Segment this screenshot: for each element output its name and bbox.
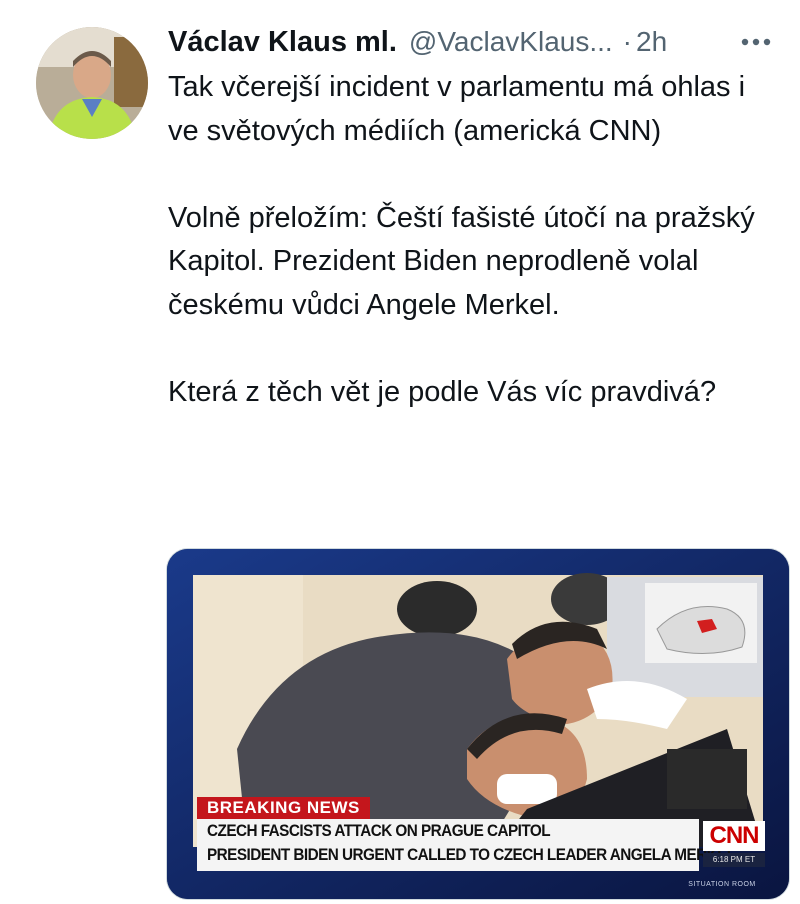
- author-avatar[interactable]: [36, 27, 148, 139]
- author-handle[interactable]: @VaclavKlaus...: [409, 26, 613, 58]
- separator-dot: ·: [622, 26, 632, 57]
- chyron-clock: 6:18 PM ET: [703, 853, 765, 867]
- tweet-paragraph: Volně přeložím: Čeští fašisté útočí na p…: [168, 201, 755, 321]
- tweet-paragraph: Tak včerejší incident v parlamentu má oh…: [168, 71, 746, 147]
- more-horizontal-icon[interactable]: [734, 22, 778, 62]
- news-chyron: CZECH FASCISTS ATTACK ON PRAGUE CAPITOL …: [197, 819, 736, 871]
- breaking-news-label: BREAKING NEWS: [197, 797, 370, 819]
- tweet-body: Tak včerejší incident v parlamentu má oh…: [168, 66, 768, 458]
- show-name: SITUATION ROOM: [688, 881, 756, 888]
- tweet-paragraph: Která z těch vět je podle Vás víc pravdi…: [168, 375, 717, 408]
- tweet-header: Václav Klaus ml. @VaclavKlaus... · 2h: [168, 22, 788, 62]
- cnn-logo: CNN: [703, 821, 765, 851]
- chyron-headline-2: PRESIDENT BIDEN URGENT CALLED TO CZECH L…: [207, 845, 736, 864]
- tweet-media-image[interactable]: BREAKING NEWS CZECH FASCISTS ATTACK ON P…: [166, 548, 790, 900]
- author-name[interactable]: Václav Klaus ml.: [168, 26, 397, 59]
- chyron-headline-1: CZECH FASCISTS ATTACK ON PRAGUE CAPITOL: [207, 821, 551, 840]
- avatar-image: [36, 27, 148, 139]
- tweet-timestamp[interactable]: 2h: [636, 26, 667, 58]
